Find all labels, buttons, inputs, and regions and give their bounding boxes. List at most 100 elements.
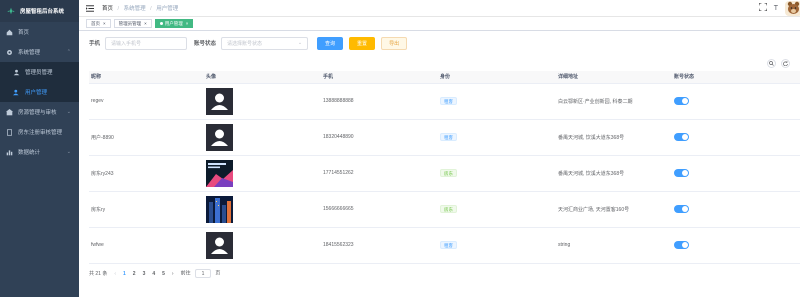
- table-row: fwfwe 18415562323 租客 string: [89, 227, 800, 264]
- search-button[interactable]: 查询: [317, 36, 344, 50]
- tag-label: 管理员管理: [118, 20, 142, 26]
- user-avatar[interactable]: [785, 0, 800, 16]
- header-avatar: 头像: [204, 71, 321, 84]
- status-toggle[interactable]: [674, 241, 689, 249]
- cell-status: [672, 83, 800, 120]
- chevron-down-icon: ⌄: [66, 149, 71, 155]
- sidebar-item-system[interactable]: 系统管理 ⌃: [0, 42, 79, 62]
- default-avatar-image: [206, 123, 233, 151]
- breadcrumb-separator: /: [150, 6, 152, 12]
- sidebar: 房屋智租后台系统 首页 系统管理 ⌃ 管理员管理 用户管理 房源管理与审核 ⌄ …: [0, 0, 79, 297]
- sidebar-item-listings[interactable]: 房源管理与审核 ⌄: [0, 102, 79, 122]
- font-size-label: T: [773, 4, 778, 12]
- cell-avatar: [204, 119, 321, 156]
- prev-page-icon[interactable]: ‹: [114, 271, 116, 277]
- pagination-total: 共 21 条: [89, 271, 108, 277]
- breadcrumb-system[interactable]: 系统管理: [124, 6, 146, 12]
- role-badge: 房东: [440, 205, 457, 213]
- role-badge: 租客: [440, 133, 457, 141]
- next-page-icon[interactable]: ›: [172, 271, 174, 277]
- tag-home[interactable]: 首页 ×: [86, 19, 111, 28]
- sidebar-item-label: 首页: [18, 30, 30, 36]
- cell-status: [672, 227, 800, 264]
- sidebar-item-label: 数据统计: [18, 150, 41, 156]
- header-status: 账号状态: [672, 71, 800, 84]
- cell-address: 番禺天河城, 饮溪大道东368号: [556, 155, 672, 192]
- reset-button[interactable]: 重置: [349, 36, 376, 50]
- sidebar-item-label: 系统管理: [18, 50, 41, 56]
- font-size-icon[interactable]: T: [774, 5, 778, 12]
- sidebar-item-landlord-review[interactable]: 房东注册审核管理: [0, 122, 79, 142]
- close-icon[interactable]: ×: [103, 21, 106, 26]
- gear-icon: [6, 49, 13, 56]
- role-badge: 租客: [440, 241, 457, 249]
- app-logo[interactable]: 房屋智租后台系统: [0, 0, 79, 22]
- cell-nickname: fwfwe: [89, 227, 204, 264]
- page-1[interactable]: 1: [123, 271, 126, 277]
- doc-icon: [6, 128, 13, 136]
- sidebar-item-admins[interactable]: 管理员管理: [0, 62, 79, 82]
- tag-label: 用户管理: [164, 20, 183, 26]
- tag-users[interactable]: 用户管理 ×: [154, 19, 194, 28]
- navbar: 首页 / 系统管理 / 用户管理 T: [79, 0, 800, 17]
- phone-placeholder: 请输入手机号: [111, 40, 142, 47]
- pagination: 共 21 条 ‹ 1 2 3 4 5 › 前往 1 页: [89, 264, 800, 284]
- status-toggle[interactable]: [674, 169, 689, 177]
- goto-label: 前往: [180, 270, 191, 277]
- cell-nickname: 房东ry: [89, 191, 204, 228]
- table-row: regev 13888888888 租客 白云鄂新区·产业创新园, 科泰二期: [89, 83, 800, 120]
- search-toggle-icon[interactable]: [767, 58, 776, 68]
- phone-input[interactable]: 请输入手机号: [105, 36, 188, 50]
- cell-phone: 18415562323: [321, 227, 438, 264]
- home-icon: [6, 29, 13, 36]
- page-5[interactable]: 5: [162, 271, 165, 277]
- cell-nickname: 房东ry243: [89, 155, 204, 192]
- fullscreen-icon[interactable]: [758, 2, 768, 13]
- cell-address: 番禺天河城, 饮溪大道东368号: [556, 119, 672, 156]
- sidebar-item-label: 房源管理与审核: [18, 110, 57, 116]
- status-toggle[interactable]: [674, 97, 689, 105]
- search-button-label: 查询: [325, 40, 336, 47]
- status-toggle[interactable]: [674, 133, 689, 141]
- table-row: 房东ry243 17714551262 房东 番禺天河城, 饮溪大道东368号: [89, 155, 800, 192]
- close-icon[interactable]: ×: [144, 21, 147, 26]
- sidebar-item-label: 用户管理: [25, 90, 48, 96]
- export-button[interactable]: 导出: [381, 36, 408, 50]
- header-phone: 手机: [321, 71, 438, 84]
- users-icon: [13, 89, 20, 96]
- breadcrumb-current: 用户管理: [156, 6, 179, 12]
- cell-role: 租客: [438, 83, 556, 120]
- sidebar-submenu-system: 管理员管理 用户管理: [0, 62, 79, 102]
- app-root: 房屋智租后台系统 首页 系统管理 ⌃ 管理员管理 用户管理 房源管理与审核 ⌄ …: [0, 0, 800, 297]
- table-row: 房东ry 15666666665 房东 天河汇商业广场, 天河置客160号: [89, 191, 800, 228]
- close-icon[interactable]: ×: [186, 21, 189, 26]
- cell-avatar: [204, 191, 321, 228]
- refresh-icon[interactable]: [781, 58, 790, 68]
- export-button-label: 导出: [389, 40, 400, 47]
- user-table: 昵称 头像 手机 身份 详细地址 账号状态 regev 13888888888 …: [89, 71, 800, 264]
- default-avatar-image: [206, 231, 233, 259]
- tag-admins[interactable]: 管理员管理 ×: [113, 19, 152, 28]
- status-placeholder: 请选择账号状态: [227, 40, 263, 47]
- sidebar-item-label: 管理员管理: [25, 70, 53, 76]
- page-2[interactable]: 2: [133, 271, 136, 277]
- breadcrumb-home[interactable]: 首页: [102, 6, 113, 12]
- book-cover-avatar-image: [206, 159, 233, 187]
- sidebar-item-stats[interactable]: 数据统计 ⌄: [0, 142, 79, 162]
- sidebar-item-users[interactable]: 用户管理: [0, 82, 79, 102]
- page-4[interactable]: 4: [152, 271, 155, 277]
- goto-page-input[interactable]: 1: [195, 269, 211, 278]
- page-3[interactable]: 3: [143, 271, 146, 277]
- cell-nickname: regev: [89, 83, 204, 120]
- sidebar-item-home[interactable]: 首页: [0, 22, 79, 42]
- tag-label: 首页: [91, 20, 100, 26]
- cell-nickname: 用户-8890: [89, 119, 204, 156]
- sidebar-item-label: 房东注册审核管理: [18, 130, 63, 136]
- filter-form: 手机 请输入手机号 账号状态 请选择账号状态 ⌄ 查询 重置 导出: [89, 31, 800, 55]
- hamburger-icon[interactable]: [86, 4, 94, 12]
- cell-status: [672, 155, 800, 192]
- status-toggle[interactable]: [674, 205, 689, 213]
- cell-role: 房东: [438, 191, 556, 228]
- table-header-row: 昵称 头像 手机 身份 详细地址 账号状态: [89, 71, 800, 84]
- status-select[interactable]: 请选择账号状态 ⌄: [221, 36, 309, 50]
